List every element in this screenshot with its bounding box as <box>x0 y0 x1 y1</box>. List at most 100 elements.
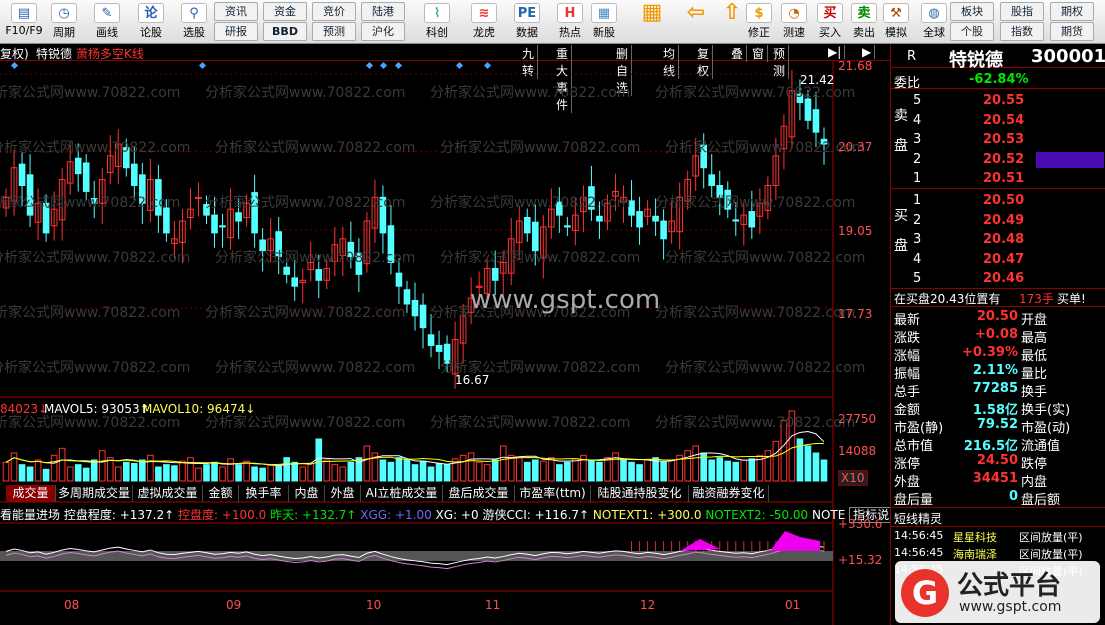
stat-row: 涨幅 +0.39% 最低 <box>891 344 1105 364</box>
toolbar-discuss-button[interactable]: 论论股 <box>127 1 175 43</box>
toolbar-clock-button[interactable]: ◷ 周期 <box>40 1 88 43</box>
candle-body <box>219 225 226 228</box>
indicator-tab[interactable]: 陆股通持股变化 <box>591 485 689 502</box>
volume-bar <box>548 457 555 482</box>
volume-axis-label: 27750 <box>838 412 877 426</box>
weibi-label: 委比 <box>894 76 921 91</box>
price-axis-label: 17.73 <box>838 307 873 321</box>
volume-axis-label: 14088 <box>838 444 877 458</box>
indicator-tab[interactable]: 多周期成交量 <box>56 485 133 502</box>
indicator-tab[interactable]: 融资融券变化 <box>689 485 769 502</box>
order-book-row[interactable]: 1 20.51 <box>891 170 1105 188</box>
stat-row: 外盘 34451 内盘 <box>891 470 1105 490</box>
price: 20.48 <box>983 232 1025 247</box>
order-tag: 买单! <box>1057 292 1086 306</box>
candle-body <box>139 174 146 204</box>
volume-bar <box>636 464 643 482</box>
chart-icon: ⌇ <box>424 3 450 23</box>
order-book-row[interactable]: 5 20.55 <box>891 92 1105 110</box>
toolbar-search-button[interactable]: ⚲ 选股 <box>170 1 218 43</box>
stat-value: 34451 <box>972 471 1018 486</box>
volume-bar <box>491 459 499 482</box>
volume-bar <box>219 466 226 482</box>
hk-connect-button[interactable]: 陆港 <box>361 2 405 21</box>
sector-button[interactable]: 板块 <box>950 2 994 21</box>
genius-item[interactable]: 14:56:45 星星科技 区间放量(平) <box>891 528 1105 546</box>
auction-button[interactable]: 竞价 <box>312 2 356 21</box>
volume-bar <box>179 460 186 482</box>
level: 5 <box>913 271 922 286</box>
candle-body <box>556 201 563 216</box>
volume-bar <box>443 464 451 482</box>
indicator-tab[interactable]: 市盈率(ttm) <box>515 485 591 502</box>
volume-bar <box>564 461 571 482</box>
candle-body <box>131 163 138 186</box>
indicator-tab[interactable]: 盘后成交量 <box>443 485 515 502</box>
genius-event: 区间放量(平) <box>1019 531 1083 544</box>
indicator-tab[interactable]: AI立桩成交量 <box>361 485 443 502</box>
chart-menu-item[interactable]: 窗 <box>752 45 769 62</box>
order-book-row[interactable]: 4 20.54 <box>891 112 1105 130</box>
grid-icon[interactable]: ▦ <box>628 1 676 43</box>
candle-body <box>403 289 411 305</box>
volume-bar <box>259 467 266 482</box>
toolbar-dragon-button[interactable]: ≋ 龙虎 <box>460 1 508 43</box>
stock-button[interactable]: 个股 <box>950 22 994 41</box>
volume-bar <box>50 454 58 482</box>
indicator-tab[interactable]: 成交量 <box>6 485 56 502</box>
forecast-button[interactable]: 预测 <box>312 22 356 41</box>
stock-name-label: 特锐德 <box>36 47 73 61</box>
index-button[interactable]: 指数 <box>1000 22 1044 41</box>
research-button[interactable]: 研报 <box>214 22 258 41</box>
toolbar-chart-button[interactable]: ⌇ 科创 <box>413 1 461 43</box>
order-book-row[interactable]: 3 20.53 <box>891 131 1105 149</box>
order-book-row[interactable]: 3 20.48 <box>891 231 1105 249</box>
indicator-tab[interactable]: 金额 <box>203 485 239 502</box>
volume-bar <box>764 450 772 482</box>
toolbar-label: 热点 <box>559 26 581 39</box>
bbd-button[interactable]: BBD <box>263 22 307 41</box>
order-book-row[interactable]: 5 20.46 <box>891 270 1105 288</box>
order-book-row[interactable]: 1 20.50 <box>891 192 1105 210</box>
futures-button[interactable]: 期货 <box>1050 22 1094 41</box>
order-book-row[interactable]: 2 20.52 <box>891 151 1105 169</box>
volume-bar <box>732 461 740 482</box>
indicator-tab[interactable]: 内盘 <box>289 485 325 502</box>
panel-stock-name: 特锐德 <box>949 50 1003 71</box>
candle-body <box>74 157 82 175</box>
fund-button[interactable]: 资金 <box>263 2 307 21</box>
candle-body <box>732 219 740 222</box>
candle-body <box>564 225 571 228</box>
candle-body <box>211 214 218 234</box>
chart-menu-item[interactable]: ▶| <box>828 45 846 59</box>
indicator-tab[interactable]: 换手率 <box>239 485 289 502</box>
toolbar-pencil-button[interactable]: ✎ 画线 <box>83 1 131 43</box>
volume-bar <box>724 460 732 482</box>
indicator-tab[interactable]: 虚拟成交量 <box>133 485 203 502</box>
options-button[interactable]: 期权 <box>1050 2 1094 21</box>
volume-bar <box>163 464 170 482</box>
candle-body <box>523 216 531 234</box>
hu-hua-button[interactable]: 沪化 <box>361 22 405 41</box>
candle-body <box>435 344 443 352</box>
volume-bar <box>98 450 106 482</box>
chart-menu-item[interactable]: 叠 <box>731 45 748 62</box>
level: 2 <box>913 212 922 228</box>
indicator-name[interactable]: 萧杨多空K线 <box>76 45 144 62</box>
event-marker-icon <box>198 61 207 70</box>
stat-row: 盘后量 0 盘后额 <box>891 488 1105 508</box>
order-book-row[interactable]: 4 20.47 <box>891 251 1105 269</box>
stock-index-button[interactable]: 股指 <box>1000 2 1044 21</box>
up-arrow-icon[interactable]: ⇧ <box>708 1 756 43</box>
indicator-tab[interactable]: 外盘 <box>325 485 361 502</box>
toolbar-pe-button[interactable]: PE 数据 <box>503 1 551 43</box>
volume-bar <box>363 445 371 482</box>
order-book-row[interactable]: 2 20.49 <box>891 212 1105 230</box>
price: 20.49 <box>983 212 1025 228</box>
volume-bar <box>267 464 274 482</box>
kline-chart[interactable] <box>0 61 890 625</box>
weibi-value: -62.84% <box>969 72 1029 87</box>
chart-menu-item[interactable]: ▶ <box>862 45 876 59</box>
info-button[interactable]: 资讯 <box>214 2 258 21</box>
toolbar-new-button[interactable]: ▦ 新股 <box>580 1 628 43</box>
